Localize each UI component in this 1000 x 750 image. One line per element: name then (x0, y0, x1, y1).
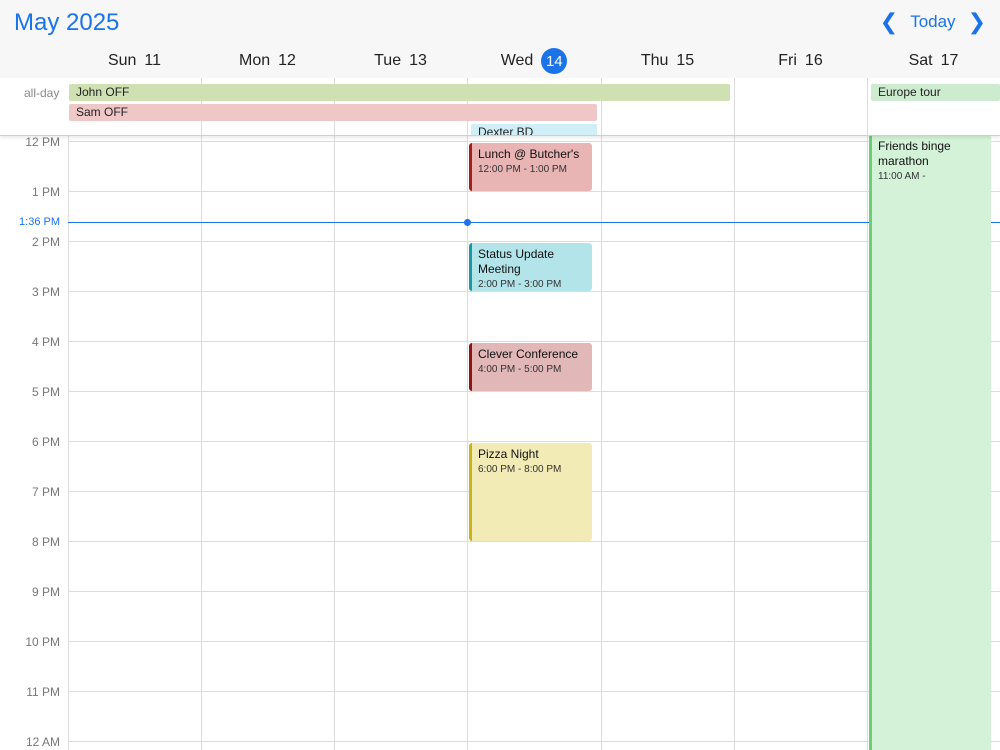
day-number: 11 (144, 52, 162, 69)
day-header-fri[interactable]: Fri 16 (734, 50, 867, 72)
current-time-label: 1:36 PM (19, 216, 60, 228)
hour-label: 11 PM (26, 685, 60, 699)
hour-line (68, 541, 1000, 542)
day-name: Fri (778, 52, 797, 69)
hour-line (68, 691, 1000, 692)
day-header-sat[interactable]: Sat 17 (867, 50, 1000, 72)
hour-line (68, 641, 1000, 642)
hour-label: 4 PM (31, 335, 60, 349)
day-name: Sun (107, 52, 137, 69)
nav-controls: ❮ Today ❯ (880, 11, 986, 33)
event-title: Pizza Night (478, 447, 539, 461)
day-name: Thu (640, 52, 669, 69)
event-title: Status Update Meeting (478, 247, 555, 276)
hour-line (68, 341, 1000, 342)
hour-label: 7 PM (31, 485, 60, 499)
day-number: 17 (940, 52, 959, 69)
hour-line (68, 391, 1000, 392)
current-time-dot (464, 219, 471, 226)
event-clever-conference[interactable]: Clever Conference 4:00 PM - 5:00 PM (469, 343, 592, 391)
day-name: Mon (239, 52, 271, 69)
event-title: Friends binge marathon (878, 139, 951, 168)
current-time-line (68, 222, 1000, 223)
day-number: 15 (676, 52, 695, 69)
column-divider (867, 78, 868, 135)
hour-line (68, 441, 1000, 442)
event-title: Clever Conference (478, 347, 579, 361)
day-number: 16 (804, 52, 823, 69)
calendar-header: May 2025 ❮ Today ❯ Sun 11 Mon 12 Tue 13 … (0, 0, 1000, 79)
day-header-wed[interactable]: Wed 14 (467, 48, 601, 74)
hour-label: 5 PM (31, 385, 60, 399)
day-number: 13 (409, 52, 427, 69)
day-header-tue[interactable]: Tue 13 (334, 50, 467, 72)
allday-event-john-off[interactable]: John OFF (69, 84, 730, 101)
event-title: Lunch @ Butcher's (478, 147, 580, 161)
hour-label: 1 PM (31, 185, 60, 199)
column-divider (601, 135, 602, 750)
column-divider (734, 78, 735, 135)
column-divider (467, 135, 468, 750)
event-friends-binge-marathon[interactable]: Friends binge marathon 11:00 AM - (869, 135, 991, 750)
event-pizza-night[interactable]: Pizza Night 6:00 PM - 8:00 PM (469, 443, 592, 541)
hour-line (68, 741, 1000, 742)
hour-label: 6 PM (31, 435, 60, 449)
allday-event-sam-off[interactable]: Sam OFF (69, 104, 597, 121)
today-button[interactable]: Today (910, 12, 955, 32)
day-name: Tue (374, 52, 402, 69)
day-number: 12 (278, 52, 296, 69)
event-time: 11:00 AM - (878, 171, 926, 182)
hour-line (68, 241, 1000, 242)
hour-line (68, 191, 1000, 192)
allday-event-dexter-bd[interactable]: Dexter BD (471, 124, 597, 135)
hour-label: 3 PM (31, 285, 60, 299)
all-day-row: all-day John OFF Sam OFF Dexter BD Europ… (0, 78, 1000, 136)
event-time: 6:00 PM - 8:00 PM (478, 464, 562, 475)
hour-line (68, 141, 1000, 142)
column-divider (734, 135, 735, 750)
event-time: 4:00 PM - 5:00 PM (478, 364, 562, 375)
column-divider (68, 135, 69, 750)
event-time: 2:00 PM - 3:00 PM (478, 279, 562, 290)
month-title: May 2025 (14, 9, 120, 36)
event-time: 12:00 PM - 1:00 PM (478, 164, 567, 175)
day-header-sun[interactable]: Sun 11 (68, 50, 201, 72)
hour-label: 10 PM (25, 635, 60, 649)
day-name: Wed (500, 52, 534, 69)
time-grid[interactable]: 12 PM 1 PM 2 PM 3 PM 4 PM 5 PM 6 PM 7 PM… (0, 135, 1000, 750)
chevron-left-icon[interactable]: ❮ (880, 11, 898, 33)
event-lunch-at-butchers[interactable]: Lunch @ Butcher's 12:00 PM - 1:00 PM (469, 143, 592, 191)
hour-label: 9 PM (31, 585, 60, 599)
hour-label: 12 AM (25, 735, 60, 749)
today-day-number-badge: 14 (541, 48, 568, 74)
hour-label: 2 PM (31, 235, 60, 249)
column-divider (334, 135, 335, 750)
hour-line (68, 591, 1000, 592)
event-status-update-meeting[interactable]: Status Update Meeting 2:00 PM - 3:00 PM (469, 243, 592, 291)
hour-label: 12 PM (25, 135, 60, 149)
day-header-mon[interactable]: Mon 12 (201, 50, 334, 72)
all-day-label: all-day (24, 86, 60, 100)
chevron-right-icon[interactable]: ❯ (968, 11, 986, 33)
column-divider (201, 135, 202, 750)
hour-label: 8 PM (31, 535, 60, 549)
day-header-thu[interactable]: Thu 15 (601, 50, 734, 72)
hour-line (68, 291, 1000, 292)
column-divider (867, 135, 868, 750)
allday-event-europe-tour[interactable]: Europe tour (871, 84, 1000, 101)
day-name: Sat (908, 52, 933, 69)
